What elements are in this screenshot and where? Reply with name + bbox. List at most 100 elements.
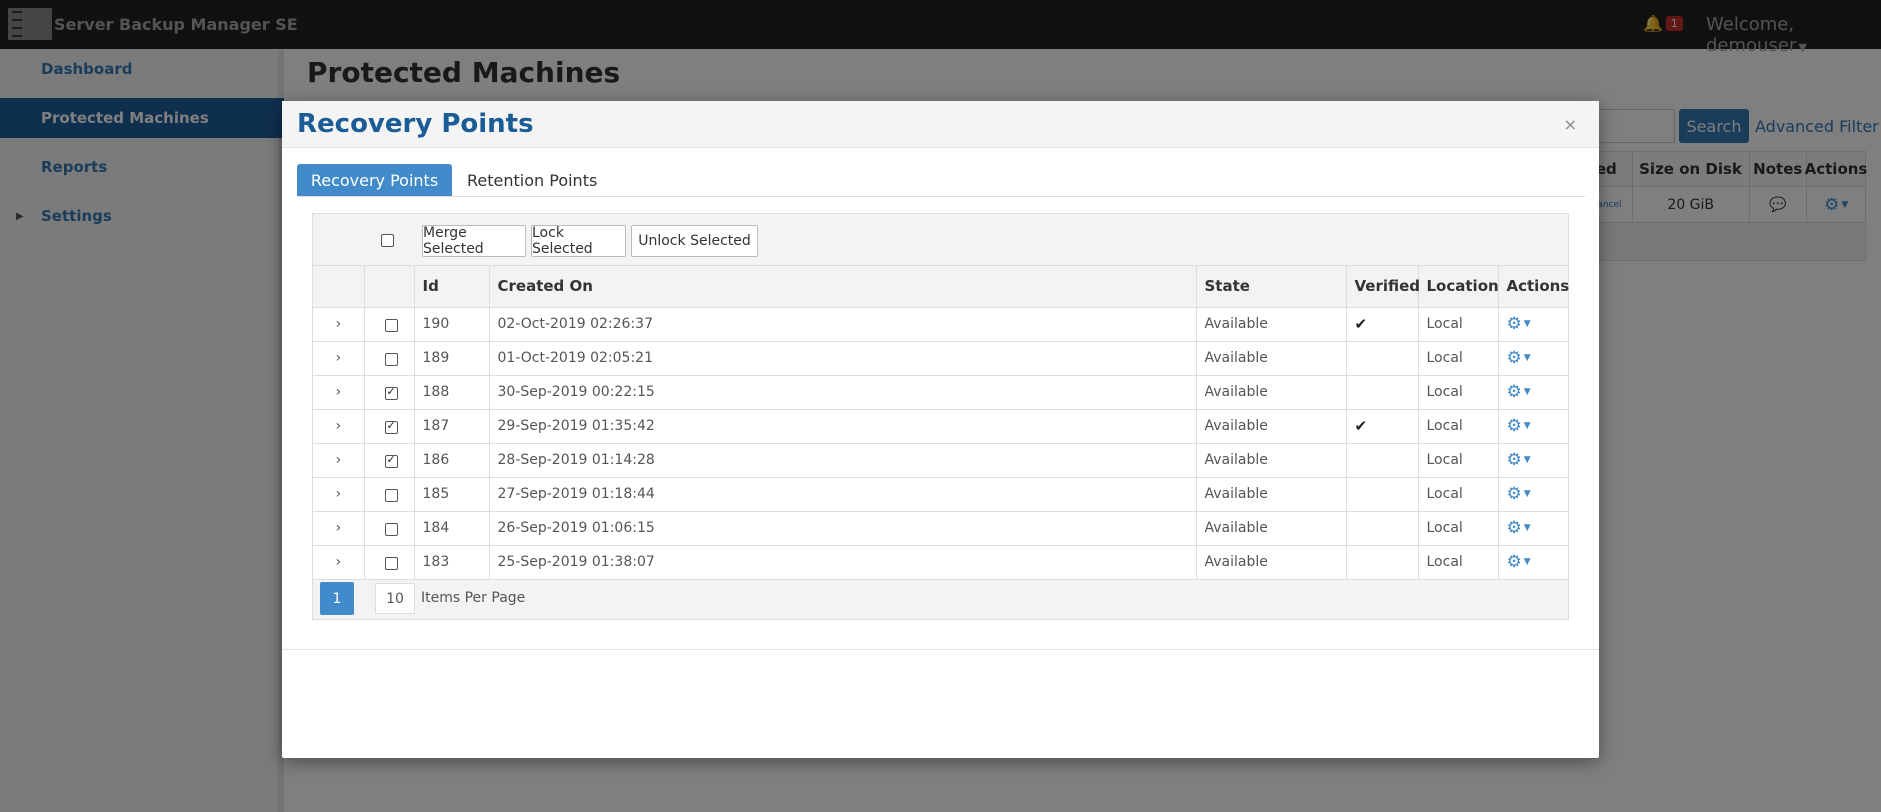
recovery-point-id: 187	[413, 408, 490, 444]
column-header-created-on[interactable]: Created On	[488, 266, 1197, 308]
created-on: 27-Sep-2019 01:18:44	[488, 476, 1197, 512]
page-button-current[interactable]: 1	[320, 582, 354, 615]
caret-down-icon: ▼	[1523, 489, 1531, 499]
recovery-points-modal: Recovery Points × Recovery Points Retent…	[282, 101, 1599, 758]
gear-icon[interactable]: ⚙▼	[1507, 518, 1531, 538]
table-row: › 185 27-Sep-2019 01:18:44 Available Local ⚙ ▼	[313, 476, 1568, 512]
gear-icon[interactable]: ⚙▼	[1507, 382, 1531, 402]
gear-icon[interactable]: ⚙▼	[1507, 314, 1531, 334]
row-checkbox[interactable]	[384, 419, 398, 434]
table-row: › 183 25-Sep-2019 01:38:07 Available Local ⚙ ▼	[313, 544, 1568, 580]
state: Available	[1195, 544, 1347, 580]
gear-icon[interactable]: ⚙▼	[1507, 416, 1531, 436]
expand-column-header	[313, 266, 365, 308]
lock-selected-button[interactable]: Lock Selected	[531, 225, 626, 257]
table-row: › 18830-Sep-2019 00:22:15Available Local ⚙▼	[313, 374, 1568, 410]
recovery-point-id: 184	[413, 510, 490, 546]
column-header-actions: Actions	[1497, 266, 1569, 308]
pager: 1 10 Items Per Page	[313, 578, 1568, 619]
expand-row-icon[interactable]: ›	[313, 306, 365, 342]
select-all-checkbox[interactable]	[381, 234, 394, 247]
row-checkbox[interactable]	[384, 488, 398, 502]
expand-row-icon[interactable]: ›	[313, 510, 365, 546]
created-on: 26-Sep-2019 01:06:15	[488, 510, 1197, 546]
created-on: 25-Sep-2019 01:38:07	[488, 544, 1197, 580]
grid-toolbar: Merge Selected Lock Selected Unlock Sele…	[313, 214, 1568, 266]
gear-icon[interactable]: ⚙▼	[1507, 484, 1531, 504]
merge-selected-button[interactable]: Merge Selected	[422, 225, 526, 257]
expand-row-icon[interactable]: ›	[313, 340, 365, 376]
state: Available	[1195, 442, 1347, 478]
gear-icon[interactable]: ⚙▼	[1507, 348, 1531, 368]
gear-icon[interactable]: ⚙▼	[1507, 450, 1531, 470]
state: Available	[1195, 408, 1347, 444]
column-header-id[interactable]: Id	[413, 266, 490, 308]
items-per-page-label: Items Per Page	[421, 590, 526, 606]
location: Local	[1417, 476, 1499, 512]
gear-icon[interactable]: ⚙▼	[1507, 552, 1531, 572]
items-per-page-input[interactable]: 10	[375, 583, 415, 614]
tab-recovery-points[interactable]: Recovery Points	[297, 164, 452, 196]
modal-header: Recovery Points ×	[282, 101, 1599, 148]
created-on: 28-Sep-2019 01:14:28	[488, 442, 1197, 478]
recovery-point-id: 189	[413, 340, 490, 376]
recovery-point-id: 185	[413, 476, 490, 512]
recovery-point-id: 190	[413, 306, 490, 342]
column-header-verified[interactable]: Verified	[1345, 266, 1420, 308]
caret-down-icon: ▼	[1523, 557, 1531, 567]
verified-cell	[1345, 510, 1419, 546]
expand-row-icon[interactable]: ›	[313, 442, 365, 478]
recovery-point-id: 183	[413, 544, 490, 580]
table-row: › 189 01-Oct-2019 02:05:21 Available Local ⚙ ▼	[313, 340, 1568, 376]
caret-down-icon: ▼	[1523, 319, 1531, 329]
close-icon[interactable]: ×	[1564, 115, 1577, 134]
location: Local	[1417, 442, 1499, 478]
location: Local	[1417, 340, 1499, 376]
location: Local	[1417, 374, 1499, 410]
row-checkbox[interactable]	[384, 522, 398, 536]
state: Available	[1195, 306, 1347, 342]
recovery-point-id: 188	[413, 374, 490, 410]
row-checkbox[interactable]	[384, 318, 398, 332]
select-column-header	[363, 266, 415, 308]
unlock-selected-button[interactable]: Unlock Selected	[631, 225, 758, 257]
expand-row-icon[interactable]: ›	[313, 544, 365, 580]
table-row: › 184 26-Sep-2019 01:06:15 Available Local ⚙ ▼	[313, 510, 1568, 546]
verified-cell	[1345, 544, 1419, 580]
row-checkbox[interactable]	[384, 556, 398, 570]
created-on: 29-Sep-2019 01:35:42	[488, 408, 1197, 444]
expand-row-icon[interactable]: ›	[313, 408, 365, 444]
checkmark-icon: ✔	[1354, 315, 1368, 333]
tab-bar: Recovery Points Retention Points	[297, 164, 1585, 197]
verified-cell	[1345, 476, 1419, 512]
recovery-points-table: Id Created On State Verified Location Ac…	[313, 266, 1569, 580]
table-row: › 18628-Sep-2019 01:14:28Available Local ⚙▼	[313, 442, 1568, 478]
modal-title: Recovery Points	[297, 109, 534, 139]
expand-row-icon[interactable]: ›	[313, 374, 365, 410]
row-checkbox[interactable]	[384, 453, 398, 468]
tab-retention-points[interactable]: Retention Points	[452, 164, 612, 196]
location: Local	[1417, 510, 1499, 546]
state: Available	[1195, 510, 1347, 546]
state: Available	[1195, 476, 1347, 512]
verified-cell: ✔	[1345, 306, 1419, 342]
created-on: 01-Oct-2019 02:05:21	[488, 340, 1197, 376]
table-row: › 18729-Sep-2019 01:35:42Available ✔ Local ⚙…	[313, 408, 1568, 444]
column-header-state[interactable]: State	[1195, 266, 1347, 308]
table-row: › 190 02-Oct-2019 02:26:37 Available ✔ Local ⚙…	[313, 306, 1568, 342]
location: Local	[1417, 544, 1499, 580]
verified-cell: ✔	[1345, 408, 1419, 444]
caret-down-icon: ▼	[1523, 421, 1531, 431]
column-header-location[interactable]: Location	[1417, 266, 1499, 308]
row-checkbox[interactable]	[384, 385, 398, 400]
modal-footer-divider	[282, 649, 1599, 650]
caret-down-icon: ▼	[1523, 455, 1531, 465]
caret-down-icon: ▼	[1523, 387, 1531, 397]
location: Local	[1417, 306, 1499, 342]
created-on: 30-Sep-2019 00:22:15	[488, 374, 1197, 410]
created-on: 02-Oct-2019 02:26:37	[488, 306, 1197, 342]
caret-down-icon: ▼	[1523, 523, 1531, 533]
recovery-point-id: 186	[413, 442, 490, 478]
row-checkbox[interactable]	[384, 352, 398, 366]
expand-row-icon[interactable]: ›	[313, 476, 365, 512]
